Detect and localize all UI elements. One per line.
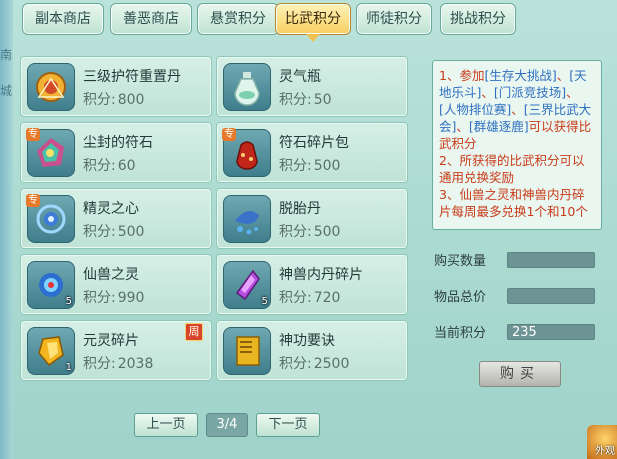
item-price: 积分: 720 [279,290,341,306]
item-name: 神功要诀 [279,333,335,349]
page-indicator: 3/4 [206,413,248,437]
item-price: 积分: 2038 [83,356,154,372]
exclusive-badge: 专 [26,128,40,141]
item-price: 积分: 500 [83,224,145,240]
total-field [507,288,595,304]
item-price: 积分: 800 [83,92,145,108]
link-sect-arena[interactable]: [门派竞技场] [494,85,566,100]
rules-panel: 1、参加[生存大挑战]、[天地乐斗]、[门派竞技场]、[人物排位赛]、[三界比武… [432,60,602,230]
item-card-elf-heart[interactable]: 专 精灵之心 积分: 500 [20,188,212,249]
item-card-amulet-reset-pill[interactable]: 三级护符重置丹 积分: 800 [20,56,212,117]
link-warlords[interactable]: [群雄逐鹿] [469,119,529,134]
item-card-beast-spirit[interactable]: 5 仙兽之灵 积分: 990 [20,254,212,315]
tab-good-evil-shop[interactable]: 善恶商店 [110,3,192,35]
total-label: 物品总价 [434,290,487,305]
item-name: 尘封的符石 [83,135,153,151]
sep: 、 [456,119,469,134]
item-count: 5 [65,296,72,307]
item-name: 精灵之心 [83,201,139,217]
qty-label: 购买数量 [434,254,487,269]
item-count: 5 [261,296,268,307]
weekly-tag: 周 [185,323,203,341]
item-name: 元灵碎片 [83,333,139,349]
item-card-rebirth-pill[interactable]: 脱胎丹 积分: 500 [216,188,408,249]
item-name: 仙兽之灵 [83,267,139,283]
item-card-yuanling-fragment[interactable]: 1 元灵碎片 积分: 2038 周 [20,320,212,381]
qty-input[interactable] [507,252,595,268]
link-ranking-match[interactable]: [人物排位赛] [439,102,511,117]
item-name: 符石碎片包 [279,135,349,151]
tab-arena-points[interactable]: 比武积分 [275,3,351,42]
tab-bounty-points[interactable]: 悬赏积分 [197,3,279,35]
sep: 、 [556,68,570,83]
appearance-corner-button[interactable]: 外观 [587,425,617,459]
item-card-rune-fragment-bag[interactable]: 专 符石碎片包 积分: 500 [216,122,408,183]
beast-spirit-icon: 5 [27,261,75,309]
left-strip-char-1: 南 [0,48,13,62]
item-name: 脱胎丹 [279,201,321,217]
sep: 、 [566,85,579,100]
link-survival-challenge[interactable]: [生存大挑战] [484,68,556,83]
points-label: 当前积分 [434,326,487,341]
elf-heart-icon: 专 [26,194,75,243]
yuanling-fragment-icon: 1 [27,327,75,375]
tab-mentor-points[interactable]: 师徒积分 [356,3,432,35]
left-edge-strip: 南 城 [0,0,13,459]
item-card-divine-skill-manual[interactable]: 神功要诀 积分: 2500 [216,320,408,381]
points-field: 235 [507,324,595,340]
rule-3: 3、仙兽之灵和神兽内丹碎片每周最多兑换1个和10个 [439,187,588,219]
item-name: 神兽内丹碎片 [279,267,363,283]
tab-dungeon-shop[interactable]: 副本商店 [22,3,104,35]
rune-stone-icon: 专 [26,128,75,177]
rebirth-pill-icon [223,195,271,243]
item-price: 积分: 50 [279,92,332,108]
appearance-label: 外观 [595,446,615,457]
rule-2: 2、所获得的比武积分可以通用兑换奖励 [439,153,585,185]
spirit-bottle-icon [223,63,271,111]
item-name: 灵气瓶 [279,69,321,85]
item-count: 1 [65,362,72,373]
item-name: 三级护符重置丹 [83,69,181,85]
item-price: 积分: 990 [83,290,145,306]
item-price: 积分: 60 [83,158,136,174]
amulet-pill-icon [27,63,75,111]
tab-challenge-points[interactable]: 挑战积分 [440,3,516,35]
sep: 、 [481,85,494,100]
item-grid: 三级护符重置丹 积分: 800 灵气瓶 积分: 50 专 尘封的符石 积分: 60 专… [20,56,412,386]
sep: 、 [511,102,524,117]
skill-manual-icon [223,327,271,375]
item-price: 积分: 500 [279,224,341,240]
buy-button[interactable]: 购买 [479,361,561,387]
item-card-divine-core-fragment[interactable]: 5 神兽内丹碎片 积分: 720 [216,254,408,315]
exclusive-badge: 专 [222,128,236,141]
exclusive-badge: 专 [26,194,40,207]
prev-page-button[interactable]: 上一页 [134,413,198,437]
item-price: 积分: 2500 [279,356,350,372]
item-card-sealed-rune-stone[interactable]: 专 尘封的符石 积分: 60 [20,122,212,183]
item-price: 积分: 500 [279,158,341,174]
left-strip-char-2: 城 [0,84,13,98]
rule-1-prefix: 1、参加 [439,68,485,83]
next-page-button[interactable]: 下一页 [256,413,320,437]
item-card-spirit-bottle[interactable]: 灵气瓶 积分: 50 [216,56,408,117]
core-fragment-icon: 5 [223,261,271,309]
fragment-bag-icon: 专 [222,128,271,177]
